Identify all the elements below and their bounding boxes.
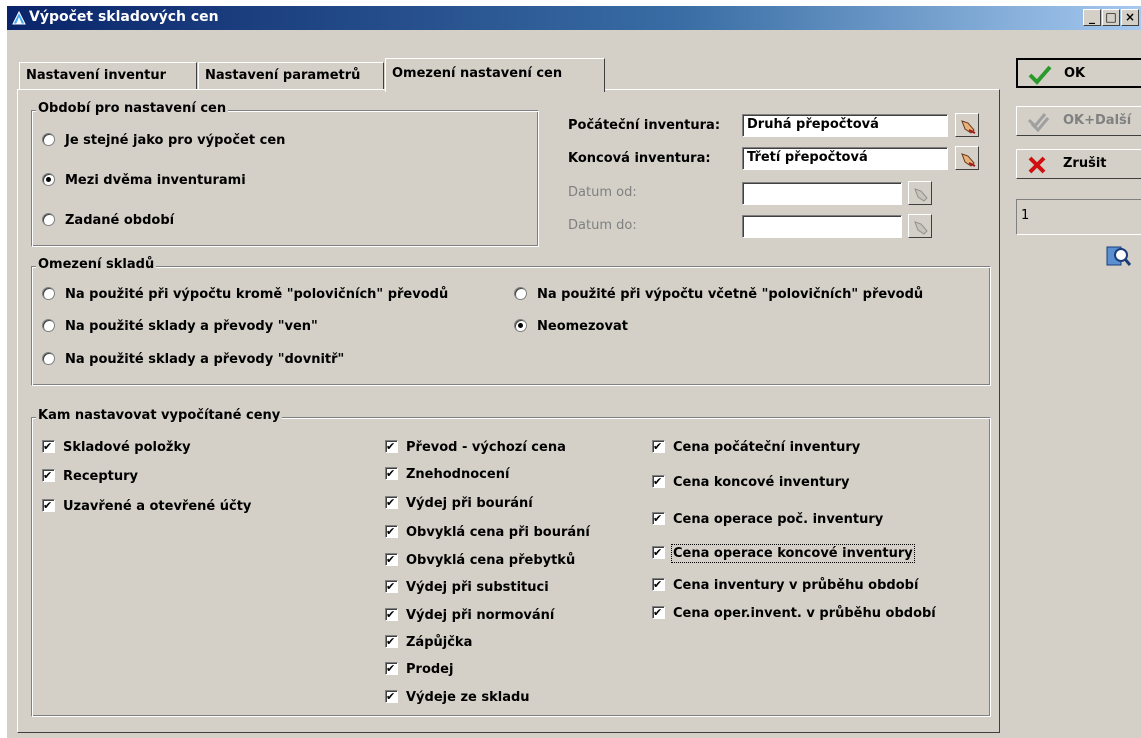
target-surplus-price[interactable]: Obvyklá cena přebytků [385, 553, 575, 568]
target-period-op-price[interactable]: Cena oper.invent. v průběhu období [652, 606, 936, 621]
targets-legend: Kam nastavovat vypočítané ceny [36, 408, 283, 423]
target-loan[interactable]: Zápůjčka [385, 635, 472, 650]
checkbox-icon [385, 662, 398, 675]
radio-icon [514, 287, 527, 300]
pointing-hand-icon [961, 153, 976, 167]
checkbox-icon [385, 525, 398, 538]
checkbox-icon [652, 475, 665, 488]
target-demolition-issue[interactable]: Výdej při bourání [385, 496, 533, 511]
warehouse-option-in[interactable]: Na použité sklady a převody "dovnitř" [42, 352, 344, 367]
end-inventory-field[interactable]: Třetí přepočtová [742, 147, 948, 170]
warehouse-legend: Omezení skladů [36, 257, 157, 272]
checkbox-icon [385, 608, 398, 621]
title-bar[interactable]: Výpočet skladových cen _ □ × [7, 6, 1141, 30]
target-sale[interactable]: Prodej [385, 662, 453, 677]
checkbox-icon [652, 546, 665, 559]
close-button[interactable]: × [1121, 9, 1139, 26]
target-norm-issue[interactable]: Výdej při normování [385, 608, 554, 623]
checkbox-icon [42, 469, 55, 482]
checkbox-icon [385, 580, 398, 593]
radio-selected-icon [514, 319, 527, 332]
start-inventory-field[interactable]: Druhá přepočtová [742, 114, 948, 137]
radio-icon [42, 133, 55, 146]
radio-icon [42, 319, 55, 332]
target-end-inventory-price[interactable]: Cena koncové inventury [652, 475, 849, 490]
target-start-op-price[interactable]: Cena operace poč. inventury [652, 512, 883, 527]
targets-group: Kam nastavovat vypočítané ceny Skladové … [31, 408, 991, 717]
end-inventory-picker[interactable] [955, 146, 979, 170]
radio-icon [42, 287, 55, 300]
warehouse-option-used-excl[interactable]: Na použité při výpočtu kromě "polovičníc… [42, 287, 448, 302]
pointing-hand-icon [914, 188, 928, 202]
target-start-inventory-price[interactable]: Cena počáteční inventury [652, 440, 860, 455]
period-legend: Období pro nastavení cen [36, 101, 229, 116]
target-warehouse-issues[interactable]: Výdeje ze skladu [385, 690, 530, 705]
ok-next-button[interactable]: OK+Další [1016, 106, 1141, 136]
tab-price-restrictions[interactable]: Omezení nastavení cen [385, 58, 605, 92]
checkbox-icon [385, 496, 398, 509]
pointing-hand-icon [961, 120, 976, 134]
date-to-label: Datum do: [568, 218, 637, 233]
target-substitution-issue[interactable]: Výdej při substituci [385, 580, 549, 595]
checkbox-icon [652, 606, 665, 619]
target-end-op-price[interactable]: Cena operace koncové inventury [652, 544, 915, 563]
date-from-field[interactable] [742, 182, 902, 205]
checkbox-icon [42, 440, 55, 453]
warehouse-group: Omezení skladů Na použité při výpočtu kr… [31, 257, 991, 386]
checkbox-icon [385, 440, 398, 453]
checkbox-icon [652, 578, 665, 591]
cancel-button[interactable]: Zrušit [1016, 149, 1141, 179]
period-group: Období pro nastavení cen Je stejné jako … [31, 101, 539, 247]
start-inventory-picker[interactable] [955, 113, 979, 137]
checkbox-icon [385, 553, 398, 566]
date-from-picker[interactable] [908, 181, 932, 205]
warehouse-option-no-limit[interactable]: Neomezovat [514, 319, 628, 334]
warehouse-option-out[interactable]: Na použité sklady a převody "ven" [42, 319, 318, 334]
target-depreciation[interactable]: Znehodnocení [385, 467, 509, 482]
date-from-label: Datum od: [568, 185, 637, 200]
checkbox-icon [42, 499, 55, 512]
warehouse-option-used-incl[interactable]: Na použité při výpočtu včetně "poloviční… [514, 287, 923, 302]
target-transfer-price[interactable]: Převod - výchozí cena [385, 440, 566, 455]
checkbox-icon [385, 467, 398, 480]
tab-parameter-settings[interactable]: Nastavení parametrů [198, 62, 384, 90]
window-title: Výpočet skladových cen [29, 9, 219, 25]
minimize-button[interactable]: _ [1083, 9, 1101, 26]
radio-selected-icon [42, 173, 55, 186]
date-to-picker[interactable] [908, 214, 932, 238]
end-inventory-label: Koncová inventura: [568, 151, 711, 166]
tab-inventory-settings[interactable]: Nastavení inventur [19, 62, 197, 90]
period-option-same[interactable]: Je stejné jako pro výpočet cen [42, 133, 285, 148]
ok-button[interactable]: OK [1016, 58, 1141, 88]
target-stock-items[interactable]: Skladové položky [42, 440, 191, 455]
tab-panel: Období pro nastavení cen Je stejné jako … [17, 89, 1000, 733]
target-recipes[interactable]: Receptury [42, 469, 138, 484]
checkbox-icon [385, 635, 398, 648]
help-search-icon[interactable] [1105, 243, 1131, 269]
red-x-icon [1028, 156, 1046, 174]
dialog-window: Výpočet skladových cen _ □ × Nastavení i… [6, 5, 1141, 738]
period-option-between[interactable]: Mezi dvěma inventurami [42, 173, 246, 188]
checkbox-icon [652, 440, 665, 453]
start-inventory-label: Počáteční inventura: [568, 118, 721, 133]
pointing-hand-icon [914, 221, 928, 235]
radio-icon [42, 352, 55, 365]
target-period-inventory-price[interactable]: Cena inventury v průběhu období [652, 578, 918, 593]
checkbox-icon [652, 512, 665, 525]
double-checkmark-icon [1027, 113, 1050, 132]
period-option-custom[interactable]: Zadané období [42, 213, 174, 228]
app-icon [12, 10, 26, 25]
radio-icon [42, 213, 55, 226]
maximize-button[interactable]: □ [1102, 9, 1120, 26]
checkbox-icon [385, 690, 398, 703]
date-to-field[interactable] [742, 215, 902, 238]
checkmark-icon [1028, 65, 1052, 85]
record-counter: 1 [1016, 199, 1141, 235]
target-demolition-price[interactable]: Obvyklá cena při bourání [385, 525, 590, 540]
target-accounts[interactable]: Uzavřené a otevřené účty [42, 499, 251, 514]
